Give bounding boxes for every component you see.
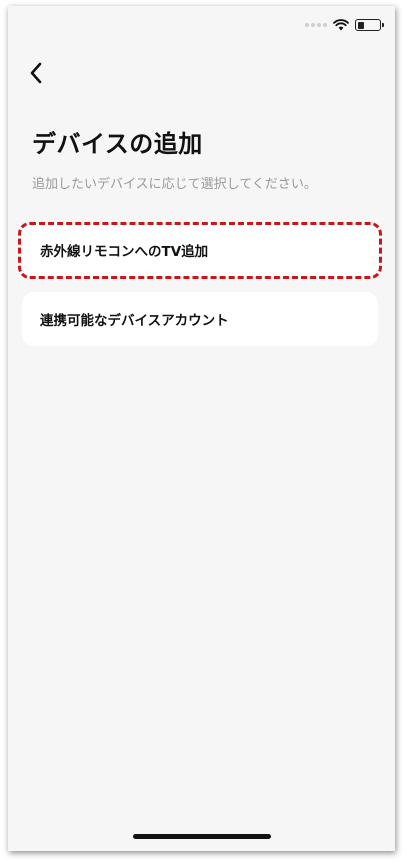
- status-bar: [305, 16, 384, 34]
- wifi-icon: [333, 19, 349, 31]
- signal-dots-icon: [305, 23, 327, 27]
- phone-screen: デバイスの追加 追加したいデバイスに応じて選択してください。 赤外線リモコンへの…: [8, 6, 395, 851]
- option-label: 赤外線リモコンへのTV追加: [40, 244, 209, 260]
- battery-icon: [355, 19, 384, 31]
- back-button[interactable]: [22, 58, 50, 88]
- option-label: 連携可能なデバイスアカウント: [40, 313, 229, 329]
- battery-level: [357, 21, 364, 29]
- page-title: デバイスの追加: [32, 130, 203, 158]
- page-subtitle: 追加したいデバイスに応じて選択してください。: [32, 177, 317, 192]
- chevron-left-icon: [30, 62, 42, 84]
- home-indicator: [132, 834, 271, 839]
- option-ir-remote-tv[interactable]: 赤外線リモコンへのTV追加: [22, 223, 378, 277]
- option-linked-device-account[interactable]: 連携可能なデバイスアカウント: [22, 292, 378, 346]
